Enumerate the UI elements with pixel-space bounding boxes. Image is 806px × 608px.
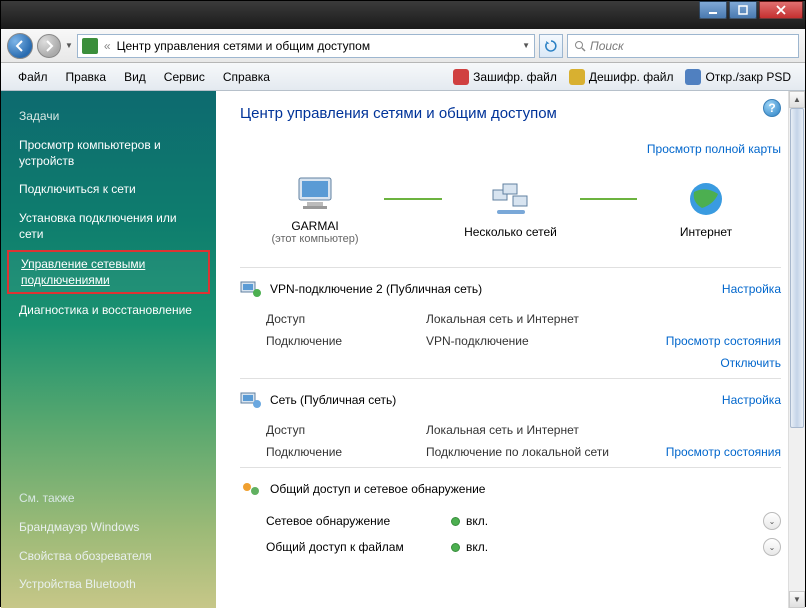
address-text: Центр управления сетями и общим доступом	[117, 39, 371, 53]
see-also-heading: См. также	[1, 487, 216, 513]
close-button[interactable]	[759, 1, 803, 19]
network-config-link[interactable]: Настройка	[722, 393, 781, 407]
computer-icon	[293, 174, 337, 212]
menu-file[interactable]: Файл	[9, 68, 57, 86]
lock-yellow-icon	[569, 69, 585, 85]
node-networks-name: Несколько сетей	[446, 225, 576, 239]
menu-edit[interactable]: Правка	[57, 68, 116, 86]
node-internet: Интернет	[641, 180, 771, 239]
scroll-down-button[interactable]: ▼	[789, 591, 805, 608]
row-label: Доступ	[266, 312, 426, 326]
page-title: Центр управления сетями и общим доступом	[240, 105, 781, 122]
network-map: GARMAI (этот компьютер) Несколько сетей …	[240, 166, 781, 267]
forward-button[interactable]	[37, 34, 61, 58]
row-label: Подключение	[266, 334, 426, 370]
node-computer-name: GARMAI	[250, 219, 380, 233]
network-center-icon	[82, 38, 98, 54]
node-this-computer: GARMAI (этот компьютер)	[250, 174, 380, 245]
window-titlebar	[1, 1, 805, 29]
connection-line	[384, 198, 442, 200]
tasks-sidebar: Задачи Просмотр компьютеров и устройств …	[1, 91, 216, 608]
view-status-link[interactable]: Просмотр состояния	[666, 445, 781, 459]
see-also-firewall[interactable]: Брандмауэр Windows	[1, 513, 216, 541]
expand-button[interactable]: ⌄	[763, 512, 781, 530]
node-computer-sub: (этот компьютер)	[250, 233, 380, 245]
node-internet-name: Интернет	[641, 225, 771, 239]
content-pane: ? Центр управления сетями и общим доступ…	[216, 91, 805, 608]
discovery-label: Сетевое обнаружение	[266, 514, 451, 528]
network-icon	[240, 391, 262, 409]
connection-line	[580, 198, 638, 200]
maximize-button[interactable]	[729, 1, 757, 19]
back-button[interactable]	[7, 33, 33, 59]
row-value: Локальная сеть и Интернет	[426, 423, 781, 437]
help-button[interactable]: ?	[763, 99, 781, 117]
see-also-bluetooth[interactable]: Устройства Bluetooth	[1, 570, 216, 598]
menu-help[interactable]: Справка	[214, 68, 279, 86]
address-dropdown-icon[interactable]: ▼	[522, 41, 530, 50]
sidebar-item-manage-connections[interactable]: Управление сетевыми подключениями	[7, 250, 210, 294]
row-label: Подключение	[266, 445, 426, 459]
network-icon	[240, 280, 262, 298]
row-label: Доступ	[266, 423, 426, 437]
search-placeholder: Поиск	[590, 39, 624, 53]
sidebar-heading: Задачи	[1, 105, 216, 131]
row-value: VPN-подключение	[426, 334, 666, 370]
menu-service[interactable]: Сервис	[155, 68, 214, 86]
sidebar-item-diagnose[interactable]: Диагностика и восстановление	[1, 296, 216, 324]
sharing-section: Общий доступ и сетевое обнаружение Сетев…	[240, 467, 781, 564]
filesharing-label: Общий доступ к файлам	[266, 540, 451, 554]
address-bar[interactable]: « Центр управления сетями и общим доступ…	[77, 34, 535, 58]
search-icon	[574, 40, 586, 52]
history-dropdown-icon[interactable]: ▼	[65, 41, 73, 50]
lock-red-icon	[453, 69, 469, 85]
view-status-link[interactable]: Просмотр состояния	[666, 334, 781, 348]
menu-view[interactable]: Вид	[115, 68, 155, 86]
network-title: VPN-подключение 2 (Публичная сеть)	[270, 282, 482, 296]
open-close-psd-button[interactable]: Откр./закр PSD	[679, 67, 797, 87]
decrypt-file-button[interactable]: Дешифр. файл	[563, 67, 680, 87]
navigation-bar: ▼ « Центр управления сетями и общим дост…	[1, 29, 805, 63]
network-config-link[interactable]: Настройка	[722, 282, 781, 296]
sidebar-item-setup-connection[interactable]: Установка подключения или сети	[1, 204, 216, 248]
menu-bar: Файл Правка Вид Сервис Справка Зашифр. ф…	[1, 63, 805, 91]
search-box[interactable]: Поиск	[567, 34, 799, 58]
scroll-thumb[interactable]	[790, 108, 804, 428]
disconnect-link[interactable]: Отключить	[666, 356, 781, 370]
scroll-up-button[interactable]: ▲	[789, 91, 805, 108]
networks-icon	[489, 180, 533, 218]
network-section-lan: Сеть (Публичная сеть) Настройка Доступ Л…	[240, 378, 781, 467]
see-also-browser[interactable]: Свойства обозревателя	[1, 542, 216, 570]
view-full-map-link[interactable]: Просмотр полной карты	[647, 142, 781, 156]
folder-icon	[685, 69, 701, 85]
sharing-icon	[240, 480, 262, 498]
filesharing-value: вкл.	[466, 540, 488, 554]
sidebar-item-connect-network[interactable]: Подключиться к сети	[1, 175, 216, 203]
status-dot-on	[451, 543, 460, 552]
globe-icon	[684, 180, 728, 218]
row-value: Локальная сеть и Интернет	[426, 312, 781, 326]
encrypt-file-button[interactable]: Зашифр. файл	[447, 67, 563, 87]
discovery-value: вкл.	[466, 514, 488, 528]
row-value: Подключение по локальной сети	[426, 445, 666, 459]
sharing-title: Общий доступ и сетевое обнаружение	[270, 482, 485, 496]
status-dot-on	[451, 517, 460, 526]
network-title: Сеть (Публичная сеть)	[270, 393, 396, 407]
expand-button[interactable]: ⌄	[763, 538, 781, 556]
sidebar-item-view-computers[interactable]: Просмотр компьютеров и устройств	[1, 131, 216, 175]
refresh-button[interactable]	[539, 34, 563, 58]
minimize-button[interactable]	[699, 1, 727, 19]
network-section-vpn: VPN-подключение 2 (Публичная сеть) Настр…	[240, 267, 781, 378]
node-networks: Несколько сетей	[446, 180, 576, 239]
vertical-scrollbar[interactable]: ▲ ▼	[788, 91, 805, 608]
